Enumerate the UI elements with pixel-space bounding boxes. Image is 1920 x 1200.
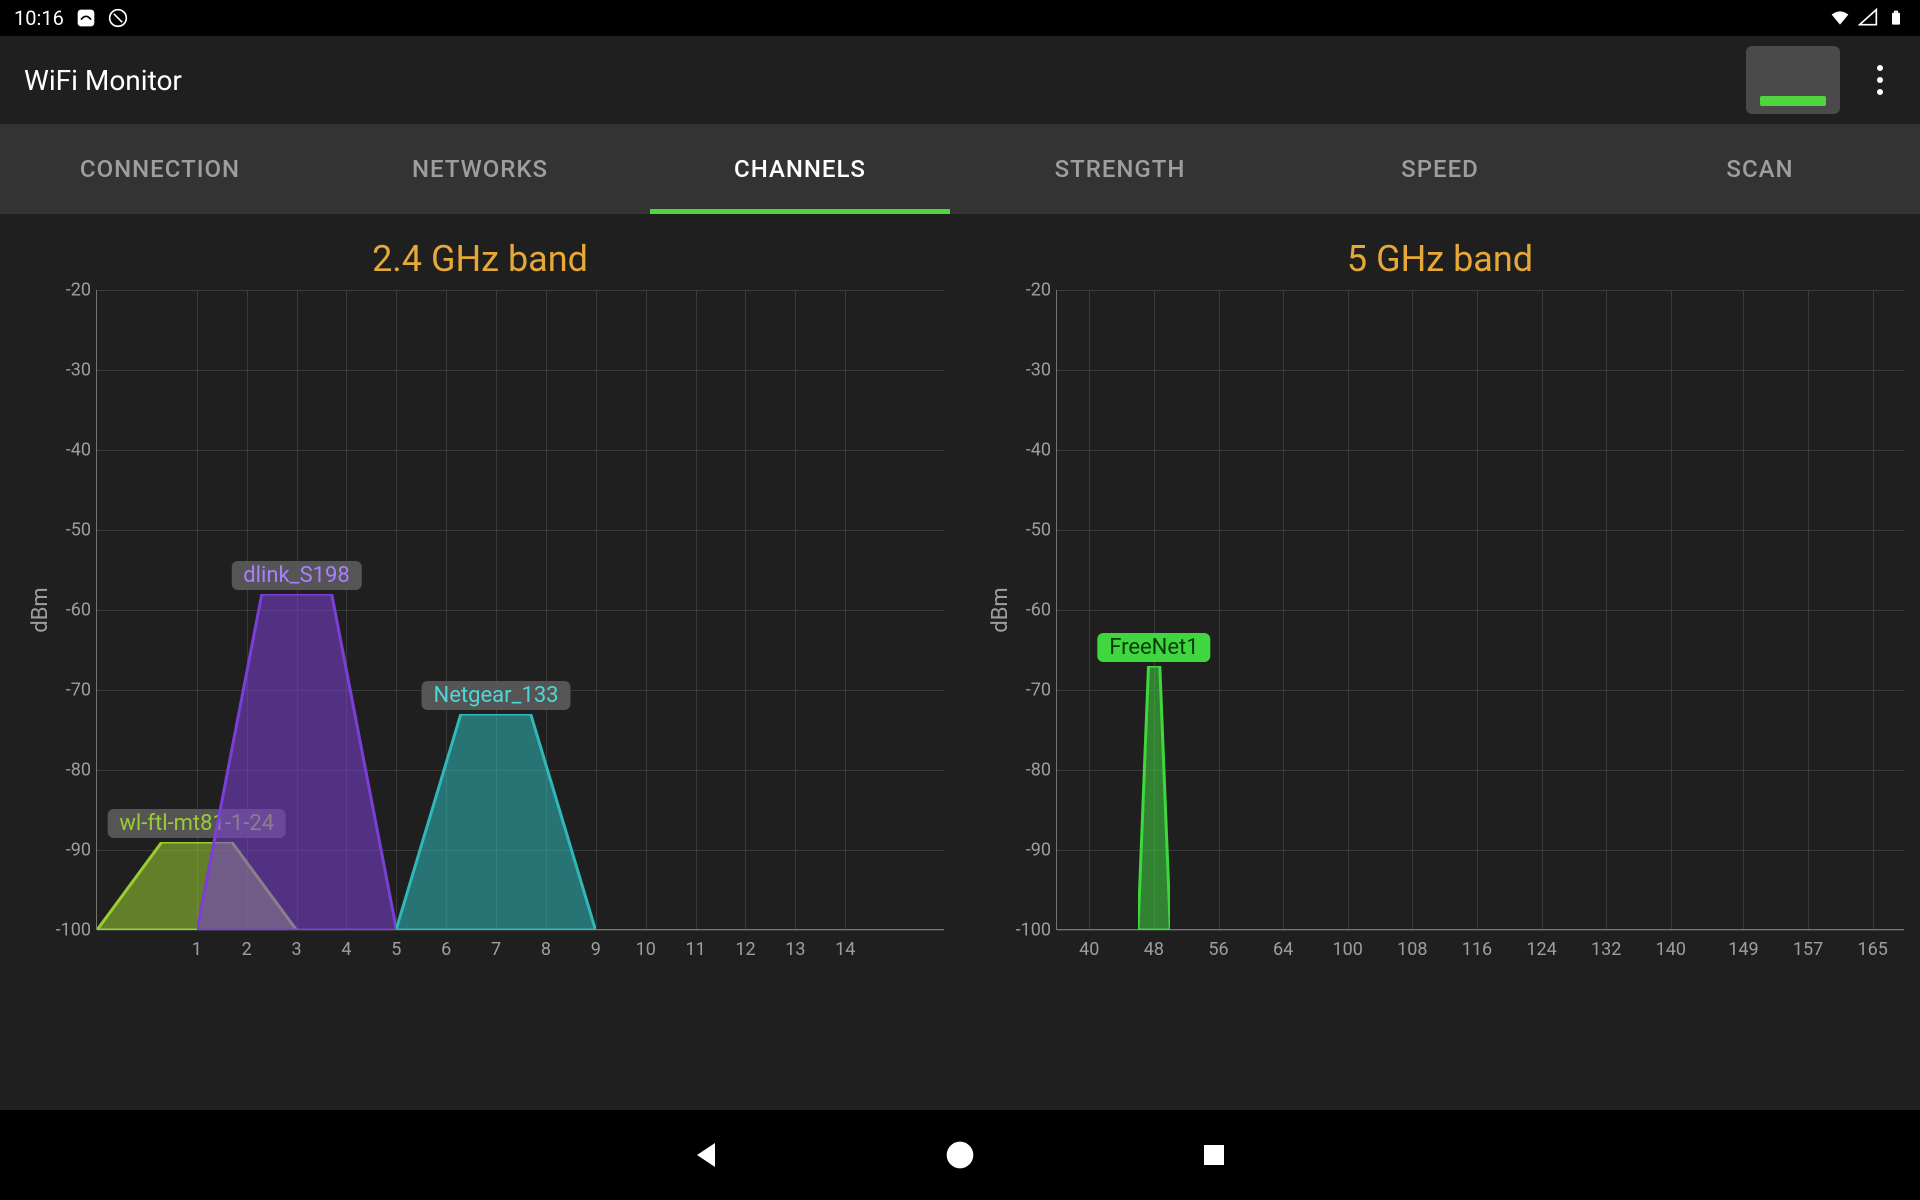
- y-tick: -40: [45, 440, 91, 461]
- x-tick: 5: [391, 929, 401, 960]
- x-tick: 12: [735, 929, 755, 960]
- wifi-status-icon: [1830, 8, 1850, 28]
- app-icon-2: [108, 8, 128, 28]
- y-tick: -50: [1005, 520, 1051, 541]
- app-bar: WiFi Monitor: [0, 36, 1920, 124]
- recents-button[interactable]: [1192, 1133, 1236, 1177]
- y-tick: -50: [45, 520, 91, 541]
- x-tick: 165: [1858, 929, 1888, 960]
- y-tick: -90: [1005, 840, 1051, 861]
- y-tick: -20: [45, 280, 91, 301]
- theme-toggle-button[interactable]: [1746, 46, 1840, 114]
- network-shape: [1138, 666, 1170, 930]
- network-shape: [197, 594, 397, 930]
- tab-connection[interactable]: CONNECTION: [0, 124, 320, 214]
- overflow-menu-button[interactable]: [1864, 56, 1896, 104]
- status-time: 10:16: [14, 6, 64, 30]
- y-tick: -100: [45, 920, 91, 941]
- x-tick: 14: [835, 929, 855, 960]
- tab-speed[interactable]: SPEED: [1280, 124, 1600, 214]
- chart-panel-1: 5 GHz banddBm-20-30-40-50-60-70-80-90-10…: [960, 220, 1920, 1110]
- x-tick: 6: [441, 929, 451, 960]
- x-tick: 11: [685, 929, 705, 960]
- chart-title: 2.4 GHz band: [0, 220, 960, 290]
- network-label: dlink_S198: [231, 561, 362, 590]
- y-tick: -40: [1005, 440, 1051, 461]
- network-shape: [396, 714, 596, 930]
- network-label: Netgear_133: [422, 681, 571, 710]
- plot-area: -20-30-40-50-60-70-80-90-100123456789101…: [96, 290, 944, 930]
- x-tick: 48: [1144, 929, 1164, 960]
- y-tick: -70: [45, 680, 91, 701]
- plot-area: -20-30-40-50-60-70-80-90-100404856641001…: [1056, 290, 1904, 930]
- x-tick: 2: [242, 929, 252, 960]
- x-tick: 100: [1333, 929, 1363, 960]
- x-tick: 140: [1656, 929, 1686, 960]
- x-tick: 157: [1793, 929, 1823, 960]
- home-button[interactable]: [938, 1133, 982, 1177]
- tab-networks[interactable]: NETWORKS: [320, 124, 640, 214]
- tab-channels[interactable]: CHANNELS: [640, 124, 960, 214]
- x-tick: 7: [491, 929, 501, 960]
- y-tick: -100: [1005, 920, 1051, 941]
- y-tick: -80: [1005, 760, 1051, 781]
- signal-status-icon: [1858, 8, 1878, 28]
- y-tick: -70: [1005, 680, 1051, 701]
- status-bar: 10:16: [0, 0, 1920, 36]
- y-tick: -20: [1005, 280, 1051, 301]
- y-tick: -30: [1005, 360, 1051, 381]
- x-tick: 3: [291, 929, 301, 960]
- app-title: WiFi Monitor: [24, 64, 182, 97]
- navigation-bar: [0, 1110, 1920, 1200]
- back-button[interactable]: [684, 1133, 728, 1177]
- content-area: 2.4 GHz banddBm-20-30-40-50-60-70-80-90-…: [0, 214, 1920, 1110]
- x-tick: 8: [541, 929, 551, 960]
- y-tick: -90: [45, 840, 91, 861]
- x-tick: 4: [341, 929, 351, 960]
- x-tick: 132: [1591, 929, 1621, 960]
- x-tick: 1: [192, 929, 202, 960]
- y-tick: -60: [45, 600, 91, 621]
- x-tick: 40: [1079, 929, 1099, 960]
- tab-bar: CONNECTIONNETWORKSCHANNELSSTRENGTHSPEEDS…: [0, 124, 1920, 214]
- y-tick: -80: [45, 760, 91, 781]
- y-tick: -30: [45, 360, 91, 381]
- x-tick: 124: [1526, 929, 1556, 960]
- tab-scan[interactable]: SCAN: [1600, 124, 1920, 214]
- tab-strength[interactable]: STRENGTH: [960, 124, 1280, 214]
- x-tick: 116: [1462, 929, 1492, 960]
- x-tick: 56: [1208, 929, 1228, 960]
- y-tick: -60: [1005, 600, 1051, 621]
- x-tick: 9: [591, 929, 601, 960]
- chart-panel-0: 2.4 GHz banddBm-20-30-40-50-60-70-80-90-…: [0, 220, 960, 1110]
- app-icon-1: [76, 8, 96, 28]
- x-tick: 149: [1728, 929, 1758, 960]
- x-tick: 108: [1397, 929, 1427, 960]
- battery-status-icon: [1886, 8, 1906, 28]
- chart-title: 5 GHz band: [960, 220, 1920, 290]
- network-label: FreeNet1: [1097, 633, 1210, 662]
- x-tick: 13: [785, 929, 805, 960]
- x-tick: 10: [636, 929, 656, 960]
- x-tick: 64: [1273, 929, 1293, 960]
